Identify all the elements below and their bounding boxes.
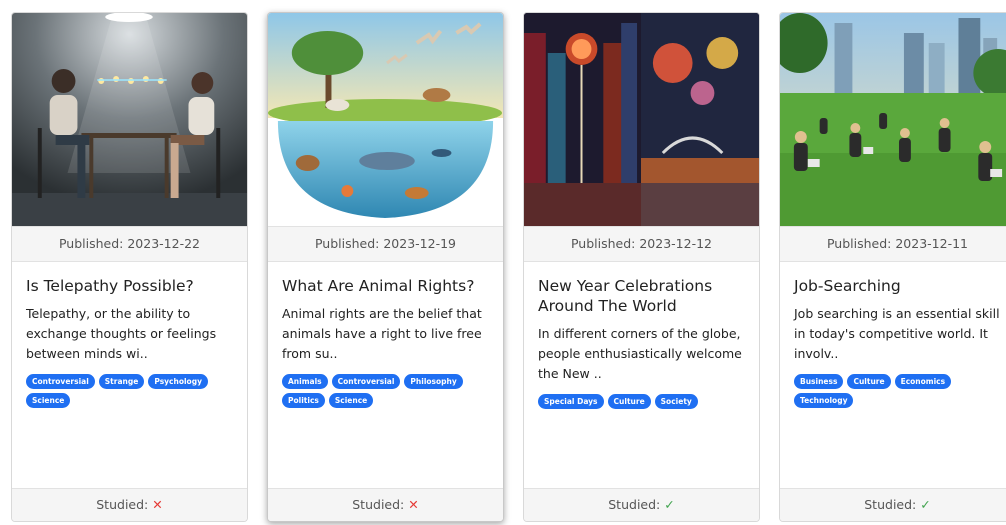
tag-badge[interactable]: Psychology [148,374,208,389]
tag-list: Special Days Culture Society [538,394,745,409]
check-icon: ✓ [920,497,931,512]
tag-badge[interactable]: Culture [847,374,891,389]
tag-badge[interactable]: Special Days [538,394,604,409]
tag-badge[interactable]: Business [794,374,844,389]
animal-rights-illustration[interactable] [268,13,503,226]
article-excerpt: In different corners of the globe, peopl… [538,326,742,381]
tag-badge[interactable]: Society [654,394,698,409]
studied-status: Studied: ✕ [12,488,247,521]
article-card[interactable]: Published: 2023-12-22 Is Telepathy Possi… [11,12,248,522]
studied-label: Studied: [352,497,405,512]
tag-list: Business Culture Economics Technology [794,374,1001,408]
studied-label: Studied: [608,497,661,512]
studied-status: Studied: ✓ [524,488,759,521]
check-icon: ✓ [664,497,675,512]
tag-badge[interactable]: Economics [894,374,952,389]
article-excerpt: Job searching is an essential skill in t… [794,306,1000,361]
tag-badge[interactable]: Science [26,393,71,408]
tag-badge[interactable]: Animals [282,374,328,389]
article-title[interactable]: New Year Celebrations Around The World [538,276,745,316]
telepathy-illustration[interactable] [12,13,247,226]
tag-badge[interactable]: Politics [282,393,325,408]
tag-badge[interactable]: Strange [98,374,145,389]
published-date: Published: 2023-12-19 [268,226,503,262]
tag-list: Controversial Strange Psychology Science [26,374,233,408]
tag-badge[interactable]: Culture [607,394,651,409]
new-year-celebrations-illustration[interactable] [524,13,759,226]
studied-status: Studied: ✓ [780,488,1006,521]
job-searching-illustration[interactable] [780,13,1006,226]
studied-status: Studied: ✕ [268,488,503,521]
article-excerpt: Animal rights are the belief that animal… [282,306,482,361]
tag-badge[interactable]: Technology [794,393,854,408]
article-card[interactable]: Published: 2023-12-11 Job-Searching Job … [779,12,1006,522]
tag-badge[interactable]: Philosophy [404,374,463,389]
published-date: Published: 2023-12-11 [780,226,1006,262]
article-excerpt: Telepathy, or the ability to exchange th… [26,306,217,361]
cross-icon: ✕ [408,497,419,512]
article-title[interactable]: Is Telepathy Possible? [26,276,233,296]
tag-badge[interactable]: Controversial [331,374,401,389]
article-card[interactable]: Published: 2023-12-19 What Are Animal Ri… [267,12,504,522]
tag-list: Animals Controversial Philosophy Politic… [282,374,489,408]
published-date: Published: 2023-12-22 [12,226,247,262]
cross-icon: ✕ [152,497,163,512]
studied-label: Studied: [96,497,149,512]
article-card[interactable]: Published: 2023-12-12 New Year Celebrati… [523,12,760,522]
studied-label: Studied: [864,497,917,512]
article-title[interactable]: What Are Animal Rights? [282,276,489,296]
tag-badge[interactable]: Science [328,393,374,408]
published-date: Published: 2023-12-12 [524,226,759,262]
article-title[interactable]: Job-Searching [794,276,1001,296]
tag-badge[interactable]: Controversial [26,374,95,389]
